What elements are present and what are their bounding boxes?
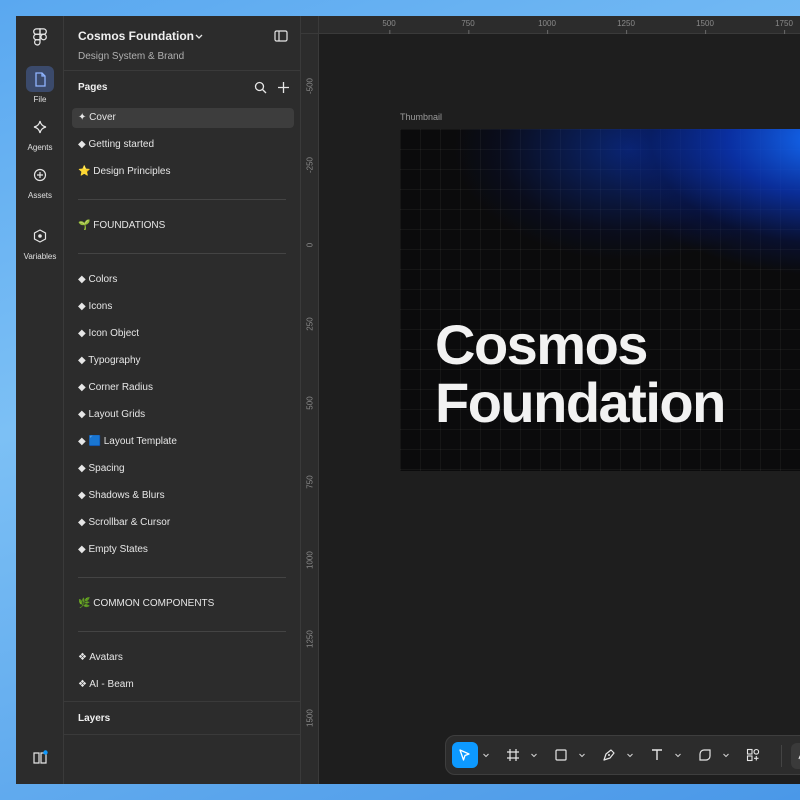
page-item-colors[interactable]: ◆ Colors [72, 270, 294, 290]
page-separator [78, 631, 286, 632]
left-rail: File Agents Assets Variables [16, 16, 64, 784]
page-item-shadows-blurs[interactable]: ◆ Shadows & Blurs [72, 486, 294, 506]
cover-title-line2: Foundation [435, 371, 726, 434]
chevron-down-icon[interactable] [578, 751, 586, 759]
thumbnail-frame[interactable]: Cosmos Foundation [400, 129, 800, 471]
rectangle-tool[interactable] [548, 742, 574, 768]
page-item-avatars[interactable]: ❖ Avatars [72, 648, 294, 668]
chevron-down-icon[interactable] [674, 751, 682, 759]
ruler-tick-y: 500 [305, 396, 315, 410]
ruler-tick-x: 1000 [538, 19, 556, 34]
pen-icon [603, 749, 615, 761]
search-icon[interactable] [254, 81, 267, 94]
page-item-corner-radius[interactable]: ◆ Corner Radius [72, 378, 294, 398]
page-separator [78, 199, 286, 200]
rectangle-icon [555, 749, 567, 761]
page-item-empty-states[interactable]: ◆ Empty States [72, 540, 294, 560]
book-icon[interactable] [32, 750, 48, 766]
rail-item-agents[interactable]: Agents [16, 114, 64, 152]
rail-item-assets[interactable]: Assets [16, 162, 64, 200]
cover-title-line1: Cosmos [435, 313, 648, 376]
file-icon [34, 71, 46, 87]
ruler-tick-y: -500 [305, 77, 315, 94]
text-icon [652, 749, 662, 760]
layers-header: Layers [78, 713, 111, 724]
components-tool[interactable] [740, 742, 766, 768]
ruler-tick-y: 750 [305, 475, 315, 489]
components-icon [746, 748, 760, 762]
page-separator [78, 577, 286, 578]
pages-panel: Cosmos Foundation Design System & Brand … [64, 16, 301, 784]
variables-icon [33, 229, 47, 243]
page-item-icons[interactable]: ◆ Icons [72, 297, 294, 317]
ruler-tick-y: 1250 [305, 630, 315, 648]
ruler-vertical[interactable]: -500 -250 0 250 500 750 1000 1250 1500 [301, 34, 319, 784]
frame-icon [507, 749, 519, 761]
bottom-toolbar [445, 735, 800, 775]
figma-window: File Agents Assets Variables Cosmos Foun… [16, 16, 800, 784]
rail-label-assets: Assets [27, 191, 52, 200]
page-item-icon-object[interactable]: ◆ Icon Object [72, 324, 294, 344]
chevron-down-icon[interactable] [482, 751, 490, 759]
chevron-down-icon[interactable] [626, 751, 634, 759]
figma-logo-icon[interactable] [32, 28, 48, 46]
chevron-down-icon[interactable] [194, 31, 204, 41]
shape-icon [699, 749, 711, 761]
page-item-foundations[interactable]: 🌱 FOUNDATIONS [72, 216, 294, 236]
rail-label-agents: Agents [27, 143, 53, 152]
ruler-tick-y: 1500 [305, 709, 315, 727]
chevron-down-icon[interactable] [530, 751, 538, 759]
ruler-tick-y: 250 [305, 317, 315, 331]
canvas[interactable]: 500 750 1000 1250 1500 1750 -500 -250 0 … [301, 16, 800, 784]
pages-header: Pages [78, 82, 108, 93]
panel-divider [64, 734, 301, 735]
page-item-getting-started[interactable]: ◆ Getting started [72, 135, 294, 155]
page-item-spacing[interactable]: ◆ Spacing [72, 459, 294, 479]
sparkle-icon [33, 120, 47, 134]
toolbar-separator [781, 745, 782, 767]
rail-label-file: File [33, 95, 47, 104]
ruler-tick-x: 1750 [775, 19, 793, 34]
sidebar-toggle-icon[interactable] [274, 30, 288, 42]
file-title[interactable]: Cosmos Foundation [78, 29, 194, 43]
page-item-layout-grids[interactable]: ◆ Layout Grids [72, 405, 294, 425]
page-item-common-components[interactable]: 🌿 COMMON COMPONENTS [72, 594, 294, 614]
pen-tool[interactable] [596, 742, 622, 768]
frame-label[interactable]: Thumbnail [400, 112, 442, 122]
text-tool[interactable] [644, 742, 670, 768]
ruler-tick-y: 1000 [305, 551, 315, 569]
shape-tool[interactable] [692, 742, 718, 768]
ruler-tick-x: 1500 [696, 19, 714, 34]
ruler-tick-y: 0 [305, 242, 315, 248]
page-item-cover[interactable]: ✦ Cover [72, 108, 294, 128]
draw-mode-toggle[interactable] [791, 743, 800, 769]
cursor-icon [459, 749, 470, 761]
ruler-horizontal[interactable]: 500 750 1000 1250 1500 1750 [319, 16, 800, 34]
page-item-typography[interactable]: ◆ Typography [72, 351, 294, 371]
frame-tool[interactable] [500, 742, 526, 768]
panel-divider [64, 70, 301, 71]
add-page-icon[interactable] [277, 81, 290, 94]
panel-divider [64, 701, 301, 702]
ruler-tick-x: 750 [461, 19, 475, 34]
ruler-tick-x: 500 [382, 19, 396, 34]
chevron-down-icon[interactable] [722, 751, 730, 759]
file-subtitle: Design System & Brand [78, 51, 185, 62]
page-item-ai-beam[interactable]: ❖ AI - Beam [72, 675, 294, 695]
cover-title: Cosmos Foundation [435, 313, 726, 434]
page-item-layout-template[interactable]: ◆ 🟦 Layout Template [72, 432, 294, 452]
rail-item-file[interactable]: File [16, 66, 64, 104]
page-item-design-principles[interactable]: ⭐ Design Principles [72, 162, 294, 182]
move-tool[interactable] [452, 742, 478, 768]
ruler-corner [301, 16, 319, 34]
page-separator [78, 253, 286, 254]
ruler-tick-x: 1250 [617, 19, 635, 34]
ruler-tick-y: -250 [305, 156, 315, 173]
rail-item-variables[interactable]: Variables [16, 223, 64, 261]
plus-circle-icon [33, 168, 47, 182]
page-item-scrollbar-cursor[interactable]: ◆ Scrollbar & Cursor [72, 513, 294, 533]
rail-label-variables: Variables [23, 252, 57, 261]
